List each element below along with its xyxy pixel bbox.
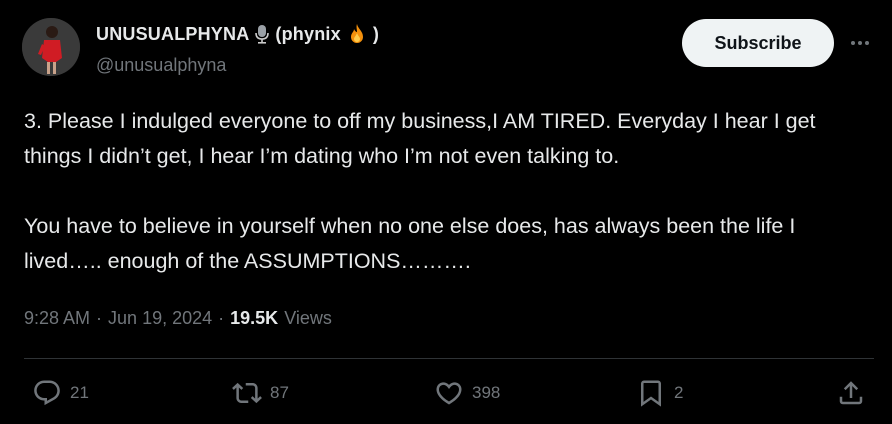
like-button[interactable]: 398	[434, 378, 500, 408]
divider	[24, 358, 874, 359]
bookmark-count: 2	[674, 383, 684, 402]
tweet-text: 3. Please I indulged everyone to off my …	[24, 109, 816, 273]
meta-separator: ·	[218, 308, 225, 328]
tweet-time[interactable]: 9:28 AM	[24, 308, 90, 329]
like-count: 398	[472, 383, 501, 402]
views-count: 19.5K	[230, 308, 279, 328]
author-display-name[interactable]: UNUSUALPHYNA	[96, 24, 249, 45]
tweet-date[interactable]: Jun 19, 2024	[108, 308, 212, 329]
author-name-row[interactable]: UNUSUALPHYNA (phynix )	[96, 22, 379, 46]
author-name-suffix[interactable]: (phynix	[275, 24, 340, 45]
heart-icon	[436, 382, 462, 405]
more-icon[interactable]	[848, 31, 872, 55]
share-icon	[839, 381, 863, 405]
microphone-icon	[253, 24, 271, 44]
views-label: Views	[284, 308, 332, 328]
fire-icon	[345, 22, 369, 46]
retweet-count: 87	[270, 383, 289, 402]
reply-count: 21	[70, 383, 89, 402]
bookmark-button[interactable]: 2	[636, 378, 683, 408]
reply-icon	[34, 380, 60, 406]
tweet-meta: 9:28 AM · Jun 19, 2024 · 19.5K Views	[24, 308, 332, 329]
retweet-icon	[232, 382, 262, 404]
retweet-button[interactable]: 87	[232, 378, 289, 408]
subscribe-button[interactable]: Subscribe	[682, 19, 834, 67]
share-button[interactable]	[836, 378, 866, 408]
reply-button[interactable]: 21	[32, 378, 89, 408]
avatar[interactable]	[22, 18, 80, 76]
bookmark-icon	[641, 380, 661, 407]
meta-separator: ·	[96, 308, 103, 328]
author-name-close[interactable]: )	[373, 24, 379, 45]
author-handle[interactable]: @unusualphyna	[96, 55, 226, 76]
avatar-photo	[22, 18, 80, 76]
